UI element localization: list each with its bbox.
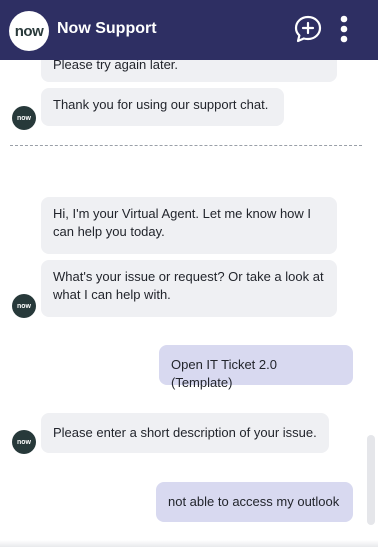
bot-avatar-text: now	[17, 438, 31, 446]
more-vertical-icon	[340, 15, 348, 43]
message-text: What's your issue or request? Or take a …	[53, 269, 324, 302]
bot-avatar: now	[12, 294, 36, 318]
now-logo: now	[9, 11, 49, 51]
message-text: Open IT Ticket 2.0 (Template)	[171, 357, 277, 390]
agent-message: Please try again later.	[41, 60, 337, 82]
logo-text: now	[14, 22, 44, 40]
bot-avatar-text: now	[17, 114, 31, 122]
agent-message: Please enter a short description of your…	[41, 413, 329, 453]
bot-avatar: now	[12, 430, 36, 454]
user-message: Open IT Ticket 2.0 (Template)	[159, 345, 353, 390]
bot-avatar-text: now	[17, 302, 31, 310]
composer-edge	[0, 540, 378, 547]
header-title: Now Support	[57, 20, 157, 37]
chat-scrollbar[interactable]	[367, 435, 375, 525]
chat-plus-icon	[294, 15, 322, 43]
user-message: not able to access my outlook	[156, 482, 353, 522]
chat-header: now Now Support	[0, 0, 378, 60]
message-text: Thank you for using our support chat.	[53, 97, 269, 112]
bot-avatar: now	[12, 106, 36, 130]
message-text: Please enter a short description of your…	[53, 425, 317, 440]
agent-message: What's your issue or request? Or take a …	[41, 260, 337, 317]
more-options-button[interactable]	[338, 15, 350, 50]
message-text: Please try again later.	[53, 60, 179, 72]
new-chat-button[interactable]	[293, 14, 323, 49]
conversation-divider	[10, 145, 362, 146]
agent-message: Hi, I'm your Virtual Agent. Let me know …	[41, 197, 337, 254]
message-text: Hi, I'm your Virtual Agent. Let me know …	[53, 206, 312, 239]
message-text: not able to access my outlook	[168, 494, 340, 509]
agent-message: Thank you for using our support chat.	[41, 88, 284, 126]
chat-transcript[interactable]: Please try again later. now Thank you fo…	[0, 60, 378, 547]
